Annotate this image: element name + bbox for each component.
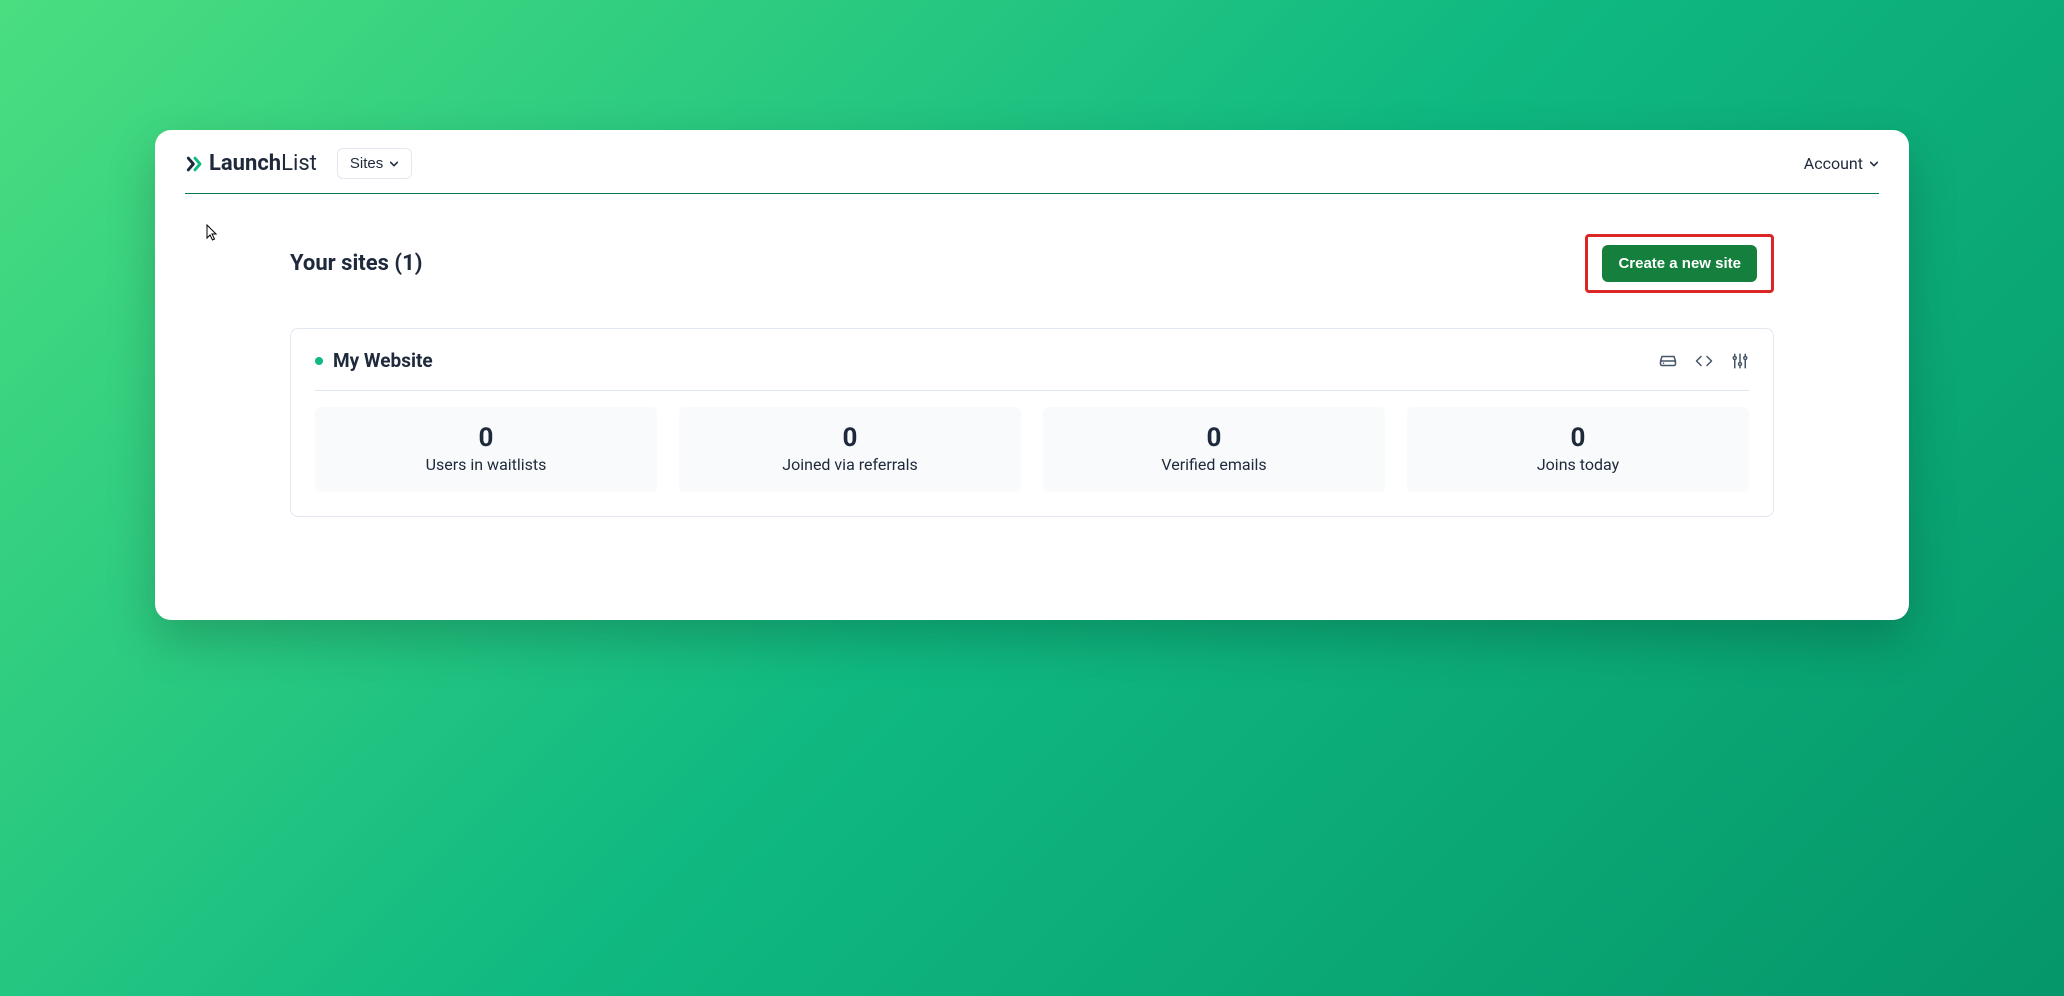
chevron-down-icon (1869, 159, 1879, 169)
app-window: LaunchList Sites Account Your sites (1) … (155, 130, 1909, 620)
stat-value: 0 (327, 423, 645, 453)
site-card: My Website (290, 328, 1774, 517)
logo-text: LaunchList (209, 151, 317, 176)
stat-value: 0 (1055, 423, 1373, 453)
page-title: Your sites (1) (290, 251, 422, 276)
stat-referrals[interactable]: 0 Joined via referrals (679, 407, 1021, 492)
code-icon[interactable] (1695, 352, 1713, 370)
status-dot-icon (315, 357, 323, 365)
highlight-annotation: Create a new site (1585, 234, 1774, 293)
site-card-header: My Website (315, 349, 1749, 391)
stat-value: 0 (1419, 423, 1737, 453)
stat-users-waitlist[interactable]: 0 Users in waitlists (315, 407, 657, 492)
stats-grid: 0 Users in waitlists 0 Joined via referr… (315, 407, 1749, 492)
stat-label: Users in waitlists (327, 455, 645, 474)
sites-dropdown[interactable]: Sites (337, 148, 412, 179)
header-left: LaunchList Sites (185, 148, 412, 179)
sites-dropdown-label: Sites (350, 155, 383, 172)
stat-label: Verified emails (1055, 455, 1373, 474)
stat-label: Joined via referrals (691, 455, 1009, 474)
stat-label: Joins today (1419, 455, 1737, 474)
stat-verified-emails[interactable]: 0 Verified emails (1043, 407, 1385, 492)
site-name-wrap[interactable]: My Website (315, 349, 433, 372)
settings-sliders-icon[interactable] (1731, 352, 1749, 370)
site-actions (1659, 352, 1749, 370)
stat-joins-today[interactable]: 0 Joins today (1407, 407, 1749, 492)
account-dropdown[interactable]: Account (1804, 154, 1879, 173)
create-site-button[interactable]: Create a new site (1602, 245, 1757, 282)
storage-icon[interactable] (1659, 352, 1677, 370)
sites-header: Your sites (1) Create a new site (290, 234, 1774, 293)
header-bar: LaunchList Sites Account (185, 148, 1879, 194)
stat-value: 0 (691, 423, 1009, 453)
logo[interactable]: LaunchList (185, 151, 317, 176)
content-area: Your sites (1) Create a new site My Webs… (185, 194, 1879, 517)
chevron-down-icon (389, 159, 399, 169)
account-dropdown-label: Account (1804, 154, 1863, 173)
logo-icon (185, 154, 205, 174)
site-name: My Website (333, 349, 433, 372)
